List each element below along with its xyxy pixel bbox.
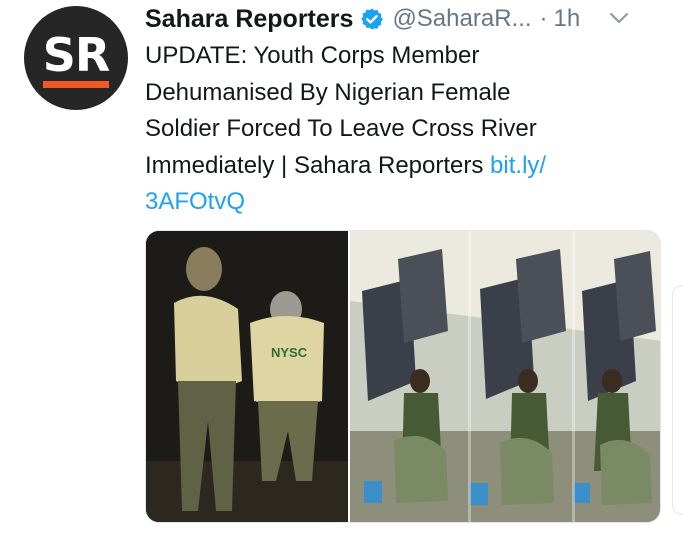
- separator-dot: ·: [539, 5, 548, 32]
- verified-badge-icon: [360, 7, 384, 31]
- media-photo-soldier[interactable]: [350, 231, 660, 522]
- uniform-label: NYSC: [271, 345, 308, 360]
- tweet-text-line: Immediately | Sahara Reporters bit.ly/: [145, 148, 645, 185]
- next-card-edge: [672, 285, 683, 515]
- media-photo-night[interactable]: NYSC: [146, 231, 348, 522]
- avatar-brand-bar: [43, 81, 109, 88]
- tweet-media[interactable]: NYSC: [145, 230, 661, 523]
- tweet-text-line: Soldier Forced To Leave Cross River: [145, 115, 537, 142]
- tweet-timestamp[interactable]: 1h: [554, 5, 581, 33]
- avatar-initials: SR: [42, 28, 111, 82]
- author-handle[interactable]: @SaharaR...: [392, 5, 531, 33]
- tweet-link[interactable]: bit.ly/: [490, 152, 546, 179]
- tweet-header: Sahara Reporters @SaharaR... · 1h: [145, 4, 665, 34]
- tweet-text-line: UPDATE: Youth Corps Member: [145, 42, 480, 69]
- tweet-text-line: Dehumanised By Nigerian Female: [145, 78, 511, 106]
- tweet-text: UPDATE: Youth Corps Member Dehumanised B…: [145, 38, 645, 221]
- tweet-link-continuation[interactable]: 3AFOtvQ: [145, 184, 645, 221]
- chevron-down-icon[interactable]: [607, 6, 631, 30]
- night-photo-illustration: NYSC: [146, 231, 348, 522]
- avatar[interactable]: SR: [24, 6, 128, 110]
- author-name[interactable]: Sahara Reporters: [145, 5, 353, 34]
- soldier-photo-illustration: [350, 231, 660, 522]
- tweet-text-segment: Immediately | Sahara Reporters: [145, 151, 491, 179]
